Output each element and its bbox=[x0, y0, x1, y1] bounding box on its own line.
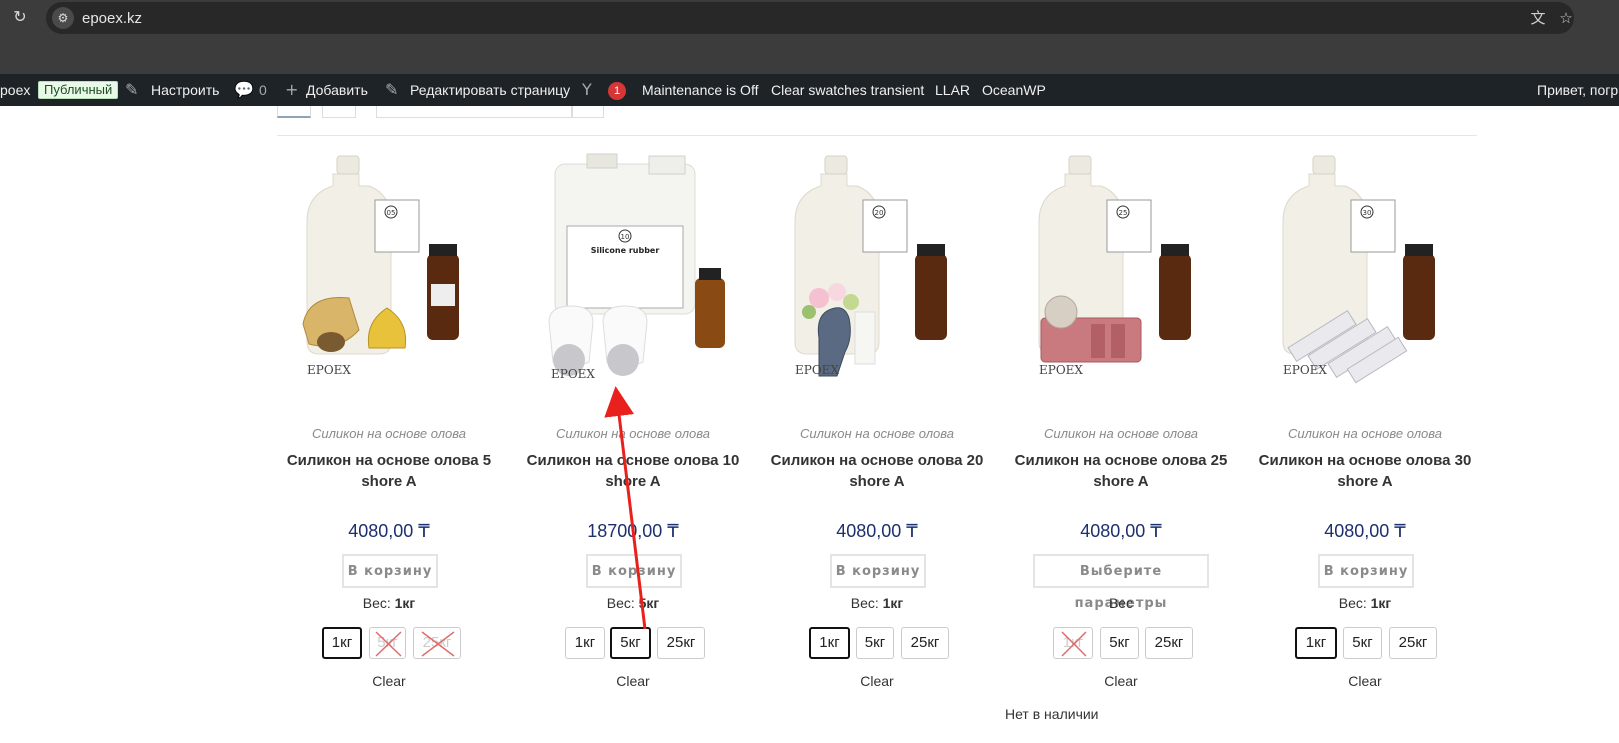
url-text[interactable]: epoex.kz bbox=[82, 10, 142, 27]
comments-count[interactable]: 0 bbox=[259, 74, 267, 106]
browser-toolbar: ↻ ⚙ epoex.kz 文 ☆ bbox=[0, 0, 1619, 74]
customize-link[interactable]: Настроить bbox=[151, 74, 219, 106]
star-icon[interactable]: ☆ bbox=[1556, 8, 1576, 28]
annotation-arrow bbox=[604, 386, 647, 630]
site-name-link[interactable]: poex bbox=[0, 74, 30, 106]
comment-icon[interactable]: 💬 bbox=[234, 74, 254, 106]
maintenance-status-link[interactable]: Maintenance is Off bbox=[642, 74, 758, 106]
llar-link[interactable]: LLAR bbox=[935, 74, 970, 106]
plus-icon: + bbox=[285, 80, 299, 99]
oceanwp-link[interactable]: OceanWP bbox=[982, 74, 1046, 106]
translate-icon[interactable]: 文 bbox=[1528, 8, 1548, 28]
brush-icon: ✎ bbox=[125, 80, 139, 99]
clear-swatches-link[interactable]: Clear swatches transient bbox=[771, 74, 924, 106]
pencil-icon: ✎ bbox=[385, 80, 399, 99]
shop-content: 05 EPOEX Силикон на основе олова Силикон… bbox=[0, 106, 1619, 743]
address-bar[interactable]: ⚙ epoex.kz 文 ☆ bbox=[46, 2, 1574, 34]
notification-count-badge[interactable]: 1 bbox=[608, 82, 626, 100]
site-settings-icon[interactable]: ⚙ bbox=[52, 7, 74, 29]
reload-icon[interactable]: ↻ bbox=[10, 7, 30, 27]
user-greeting[interactable]: Привет, погр bbox=[1537, 74, 1618, 106]
wp-admin-bar: poex Публичный ✎ Настроить 💬 0 + Добавит… bbox=[0, 74, 1619, 106]
add-new-link[interactable]: Добавить bbox=[306, 74, 368, 106]
edit-page-link[interactable]: Редактировать страницу bbox=[410, 74, 570, 106]
seo-plugin-icon[interactable]: Y bbox=[582, 74, 592, 106]
public-badge: Публичный bbox=[38, 81, 119, 99]
